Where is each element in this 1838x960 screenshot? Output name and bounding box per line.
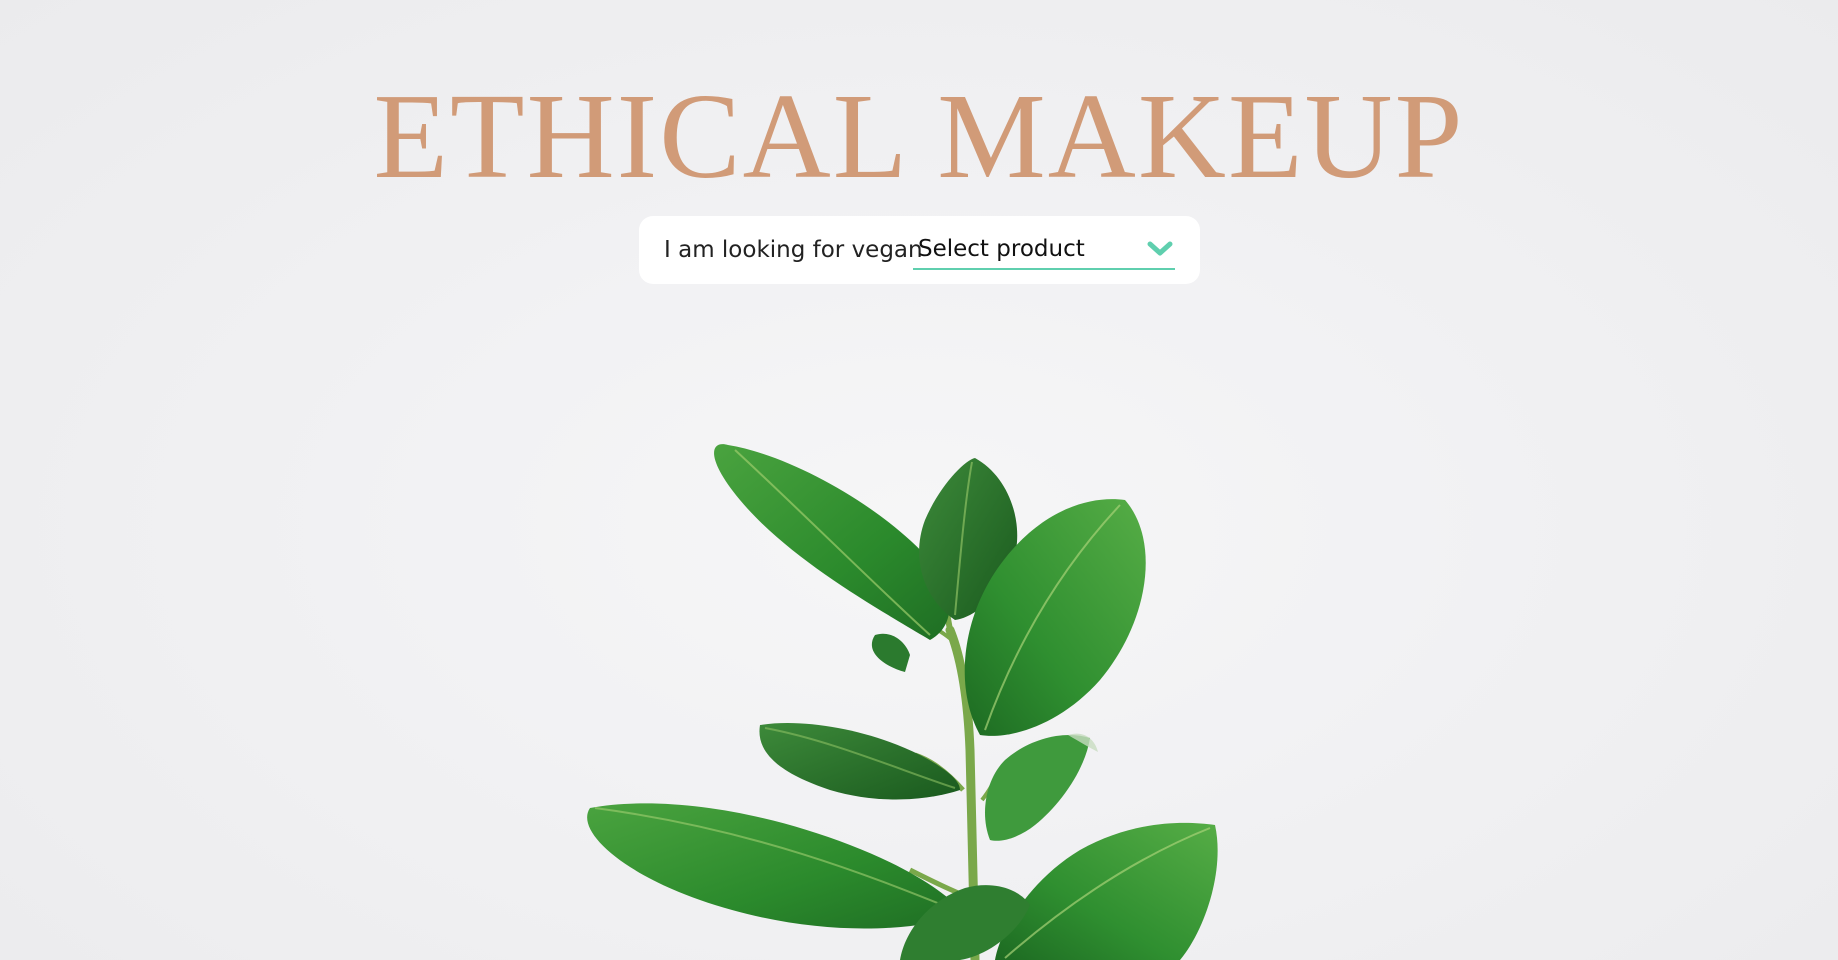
plant-image [587,444,1218,960]
